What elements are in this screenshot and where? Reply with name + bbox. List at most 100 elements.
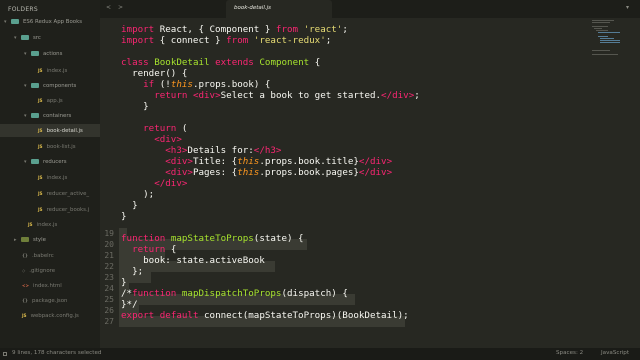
code-line: if (!this.props.book) { <box>143 79 271 90</box>
code-line: } <box>121 211 127 222</box>
file-icon: {} <box>22 298 28 303</box>
folder-icon <box>31 158 39 164</box>
code-line: class BookDetail extends Component { <box>121 57 321 68</box>
tree-folder-root[interactable]: ▾ ES6 Redux App Books <box>0 16 100 29</box>
code-line: return ( <box>143 123 188 134</box>
tree-file-actions-index[interactable]: JS index.js <box>0 64 100 77</box>
code-line: import { connect } from 'react-redux'; <box>121 35 332 46</box>
chevron-down-icon: ▾ <box>24 83 27 89</box>
js-file-icon: JS <box>38 191 43 196</box>
sidebar: FOLDERS ▾ ES6 Redux App Books ▾ src ▾ actio… <box>0 0 100 348</box>
line-number: 21 <box>104 251 114 260</box>
tree-folder-containers[interactable]: ▾ containers <box>0 110 100 123</box>
code-line: } <box>121 101 149 112</box>
tab-book-detail[interactable]: book-detail.js <box>226 0 332 18</box>
editor-window: FOLDERS ▾ ES6 Redux App Books ▾ src ▾ actio… <box>0 0 640 360</box>
code-line: }*/ <box>121 299 138 310</box>
tree-file-index-html[interactable]: <> index.html <box>0 279 100 292</box>
tab-overflow-button[interactable]: ▾ <box>626 4 629 11</box>
tree-label: index.js <box>46 68 68 74</box>
tree-file-gitignore[interactable]: ◇ .gitignore <box>0 264 100 277</box>
tree-label: book-detail.js <box>46 128 83 134</box>
line-number: 20 <box>104 240 114 249</box>
code-line: </div> <box>154 178 188 189</box>
chevron-down-icon: ▾ <box>24 51 27 57</box>
chevron-down-icon: ▾ <box>4 19 7 25</box>
tree-file-reducers-index[interactable]: JS index.js <box>0 171 100 184</box>
tab-label: book-detail.js <box>234 5 271 11</box>
line-number: 25 <box>104 295 114 304</box>
tree-folder-style[interactable]: ▸ style <box>0 234 100 247</box>
tree-label: package.json <box>31 298 68 304</box>
tree-folder-components[interactable]: ▾ components <box>0 80 100 93</box>
tree-label: reducers <box>43 159 67 165</box>
js-file-icon: JS <box>38 98 43 103</box>
line-number: 19 <box>104 229 114 238</box>
tree-file-reducer-active[interactable]: JS reducer_active_ <box>0 187 100 200</box>
tree-folder-reducers[interactable]: ▾ reducers <box>0 156 100 169</box>
tree-label: ES6 Redux App Books <box>23 19 83 25</box>
tree-label: index.js <box>36 222 58 228</box>
chevron-down-icon: ▾ <box>14 35 17 41</box>
tree-label: reducer_books.j <box>46 207 90 213</box>
tree-folder-actions[interactable]: ▾ actions <box>0 48 100 61</box>
code-line: /*function mapDispatchToProps(dispatch) … <box>121 288 348 299</box>
code-line: <div>Title: {this.props.book.title}</div… <box>165 156 393 167</box>
code-line: <div>Pages: {this.props.book.pages}</div… <box>165 167 393 178</box>
chevron-down-icon: ▾ <box>24 113 27 119</box>
tree-label: book-list.js <box>46 144 76 150</box>
tree-file-book-detail[interactable]: JS book-detail.js <box>0 124 100 137</box>
tree-file-src-index[interactable]: JS index.js <box>0 218 100 231</box>
nav-back-button[interactable]: < <box>106 4 111 11</box>
minimap[interactable] <box>592 18 628 58</box>
tree-file-app[interactable]: JS app.js <box>0 94 100 107</box>
tree-label: app.js <box>46 98 63 104</box>
tree-label: containers <box>43 113 72 119</box>
tree-label: webpack.config.js <box>30 313 79 319</box>
tree-label: actions <box>43 51 63 57</box>
chevron-right-icon: ▸ <box>14 237 17 243</box>
tree-label: components <box>43 83 77 89</box>
folder-icon <box>31 82 39 88</box>
tree-label: .babelrc <box>31 253 54 259</box>
code-line: }; <box>121 266 144 277</box>
tree-folder-src[interactable]: ▾ src <box>0 32 100 45</box>
code-line: export default connect(mapStateToProps)(… <box>121 310 409 321</box>
js-file-icon: JS <box>38 144 43 149</box>
folder-icon <box>21 34 29 40</box>
code-line: <div> <box>154 134 182 145</box>
selection-status: 9 lines, 178 characters selected <box>12 350 102 356</box>
chevron-down-icon: ▾ <box>24 159 27 165</box>
file-icon: ◇ <box>22 268 26 273</box>
code-line: render() { <box>121 68 188 79</box>
nav-forward-button[interactable]: > <box>118 4 123 11</box>
html-file-icon: <> <box>22 283 30 288</box>
file-icon: {} <box>22 253 28 258</box>
tree-file-package-json[interactable]: {} package.json <box>0 294 100 307</box>
syntax-status[interactable]: JavaScript <box>601 350 629 356</box>
status-bar: 9 lines, 178 characters selected Spaces:… <box>0 348 640 360</box>
tree-file-babelrc[interactable]: {} .babelrc <box>0 249 100 262</box>
code-line: return <div>Select a book to get started… <box>154 90 420 101</box>
folder-icon <box>11 18 19 24</box>
tab-bar: < > book-detail.js ▾ <box>100 0 640 18</box>
line-number: 26 <box>104 306 114 315</box>
panel-toggle-icon[interactable] <box>3 352 7 356</box>
code-line: return { <box>132 244 177 255</box>
code-line: ); <box>121 189 155 200</box>
folder-icon <box>31 112 39 118</box>
js-file-icon: JS <box>38 68 43 73</box>
indentation-status[interactable]: Spaces: 2 <box>556 350 583 356</box>
js-file-icon: JS <box>28 222 33 227</box>
code-line: import React, { Component } from 'react'… <box>121 24 348 35</box>
code-line: book: state.activeBook <box>121 255 265 266</box>
tree-file-reducer-books[interactable]: JS reducer_books.j <box>0 203 100 216</box>
tree-file-book-list[interactable]: JS book-list.js <box>0 140 100 153</box>
code-line: function mapStateToProps(state) { <box>121 233 304 244</box>
tree-file-webpack-config[interactable]: JS webpack.config.js <box>0 309 100 322</box>
code-line: <h3>Details for:</h3> <box>165 145 282 156</box>
sidebar-title: FOLDERS <box>8 6 39 13</box>
code-line: } <box>121 200 138 211</box>
js-file-icon: JS <box>38 175 43 180</box>
tree-label: src <box>33 35 41 41</box>
